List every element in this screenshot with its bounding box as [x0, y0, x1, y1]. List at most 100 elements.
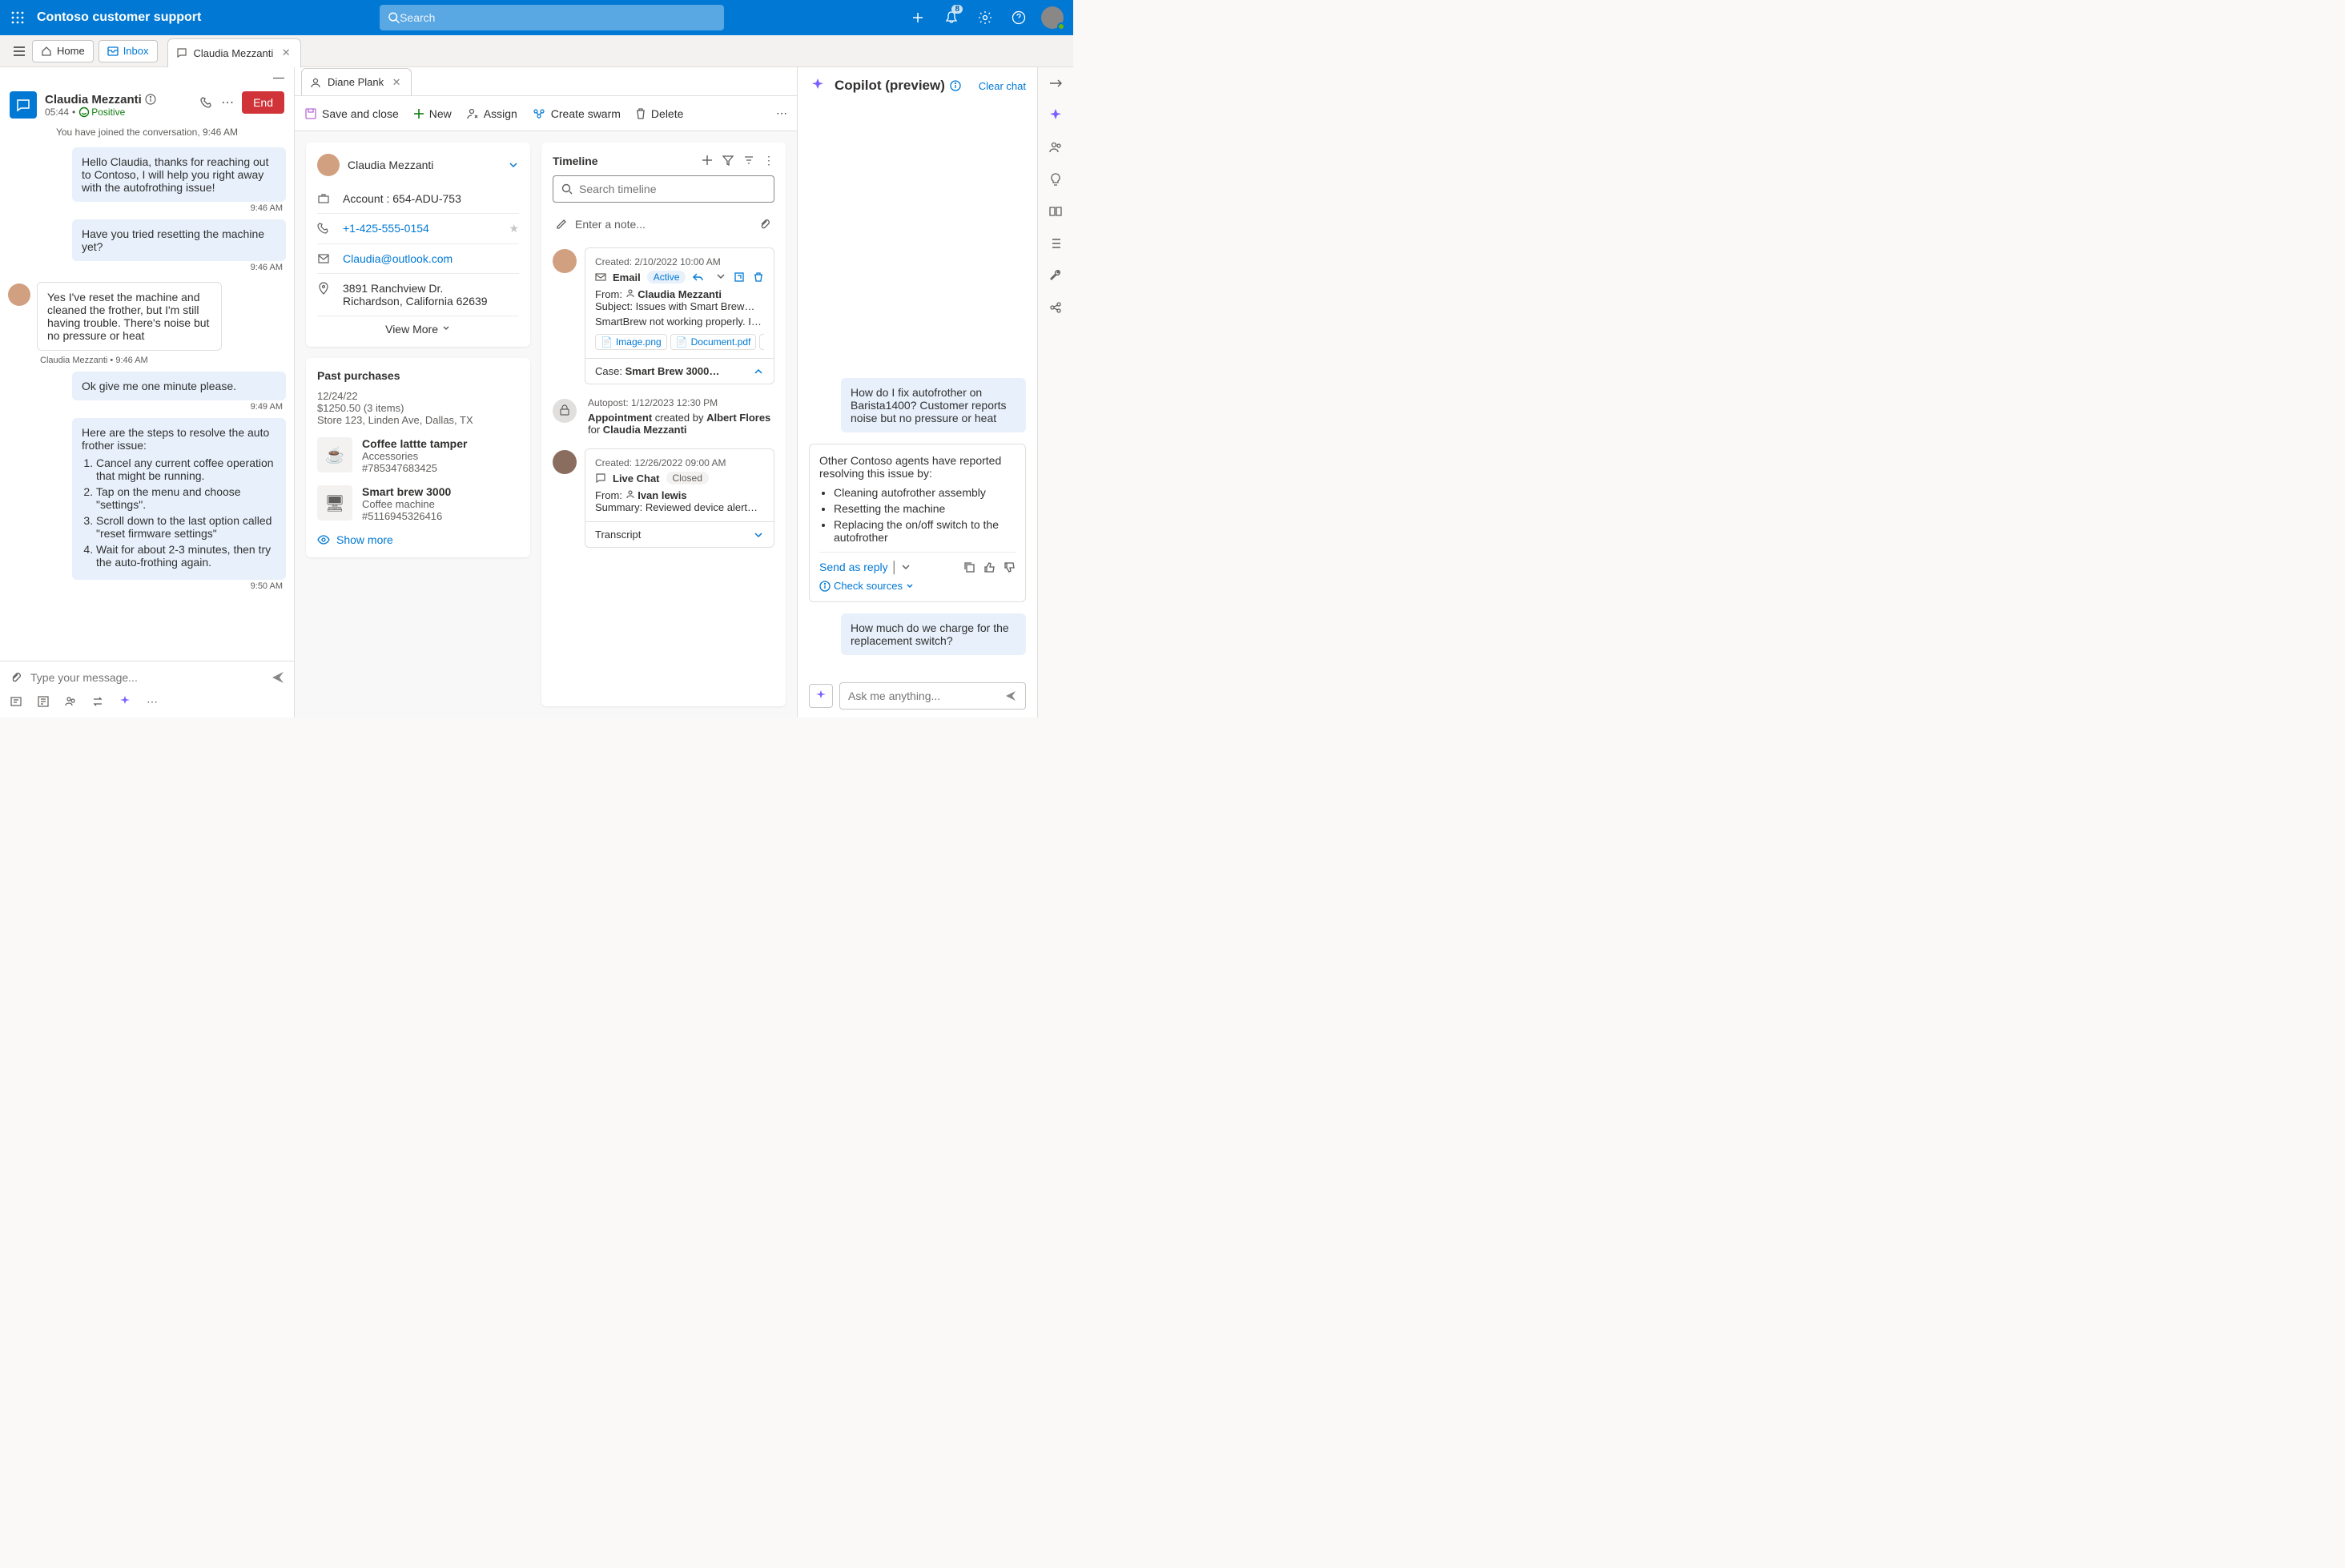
agent-message: Ok give me one minute please. [72, 372, 286, 400]
filter-icon[interactable] [722, 154, 734, 167]
note-icon[interactable] [35, 694, 51, 710]
profile-button[interactable] [1036, 0, 1068, 35]
agent-message: Hello Claudia, thanks for reaching out t… [72, 147, 286, 202]
info-icon[interactable] [145, 94, 156, 105]
app-launcher[interactable] [5, 5, 30, 30]
attachment[interactable]: 📄 Document.pdf [670, 334, 757, 350]
quick-reply-icon[interactable] [8, 694, 24, 710]
copilot-user-message: How much do we charge for the replacemen… [841, 613, 1026, 655]
lightbulb-rail-icon[interactable] [1038, 163, 1073, 195]
agent-message: Here are the steps to resolve the auto f… [72, 418, 286, 580]
message-meta: Claudia Mezzanti • 9:46 AM [40, 356, 286, 365]
home-icon [41, 46, 52, 57]
chat-icon [595, 472, 606, 484]
thumbs-down-icon[interactable] [1004, 561, 1016, 573]
contact-email[interactable]: Claudia@outlook.com [343, 252, 453, 265]
consult-icon[interactable] [62, 694, 78, 710]
copilot-spark-button[interactable] [809, 684, 833, 708]
show-more-link[interactable]: Show more [317, 533, 519, 546]
copilot-rail-icon[interactable] [1038, 99, 1073, 131]
copilot-input-wrap[interactable] [839, 682, 1026, 710]
end-button[interactable]: End [242, 91, 284, 114]
message-input[interactable] [30, 671, 263, 684]
open-icon[interactable] [734, 271, 745, 283]
attach-icon[interactable] [8, 669, 24, 685]
info-icon[interactable] [950, 80, 961, 91]
close-icon[interactable]: ✕ [390, 76, 403, 89]
save-close-cmd[interactable]: Save and close [304, 107, 399, 120]
copilot-spark-icon[interactable] [117, 694, 133, 710]
attach-icon[interactable] [758, 218, 771, 231]
minimize-icon[interactable]: — [273, 70, 284, 83]
more-icon[interactable]: ⋯ [221, 94, 234, 111]
contact-phone[interactable]: +1-425-555-0154 [343, 222, 429, 235]
chevron-down-icon[interactable] [716, 271, 726, 281]
attachment[interactable]: 📄 Image.png [595, 334, 667, 350]
case-row[interactable]: Case: Smart Brew 3000… [585, 358, 774, 384]
send-as-reply-link[interactable]: Send as reply │ [819, 561, 911, 573]
delete-icon[interactable] [753, 271, 764, 283]
swarm-cmd[interactable]: Create swarm [532, 107, 621, 120]
transcript-toggle[interactable]: Transcript [585, 521, 774, 547]
thumbs-up-icon[interactable] [983, 561, 996, 573]
timeline-search[interactable] [553, 175, 774, 203]
reply-icon[interactable] [692, 271, 703, 283]
star-icon[interactable]: ★ [509, 222, 519, 235]
agent-message: Have you tried resetting the machine yet… [72, 219, 286, 261]
timeline-autopost-item: Autopost: 1/12/2023 12:30 PM Appointment… [585, 397, 774, 436]
inbox-label: Inbox [123, 45, 149, 57]
transfer-icon[interactable] [90, 694, 106, 710]
clear-chat-link[interactable]: Clear chat [979, 80, 1026, 92]
check-sources-link[interactable]: Check sources [819, 580, 1016, 592]
contact-avatar [317, 154, 340, 176]
add-button[interactable] [902, 0, 934, 35]
new-cmd[interactable]: New [413, 107, 452, 120]
more-actions-icon[interactable]: ⋯ [144, 694, 160, 710]
expand-icon[interactable] [1038, 67, 1073, 99]
settings-button[interactable] [969, 0, 1001, 35]
copilot-response-card: Other Contoso agents have reported resol… [809, 444, 1026, 602]
copy-icon[interactable] [963, 561, 975, 573]
inbox-icon [107, 46, 119, 57]
chevron-up-icon[interactable] [753, 366, 764, 377]
record-tab[interactable]: Diane Plank ✕ [301, 68, 412, 95]
briefcase-icon [317, 192, 333, 205]
view-more-link[interactable]: View More [317, 316, 519, 336]
phone-icon[interactable] [200, 96, 213, 109]
global-search-input[interactable] [400, 11, 716, 24]
customer-message: Yes I've reset the machine and cleaned t… [37, 282, 222, 351]
help-button[interactable] [1003, 0, 1035, 35]
customer-avatar [8, 283, 30, 306]
more-icon[interactable]: ⋮ [763, 154, 774, 167]
global-search[interactable] [380, 5, 724, 30]
send-icon[interactable] [1004, 690, 1017, 702]
close-icon[interactable]: ✕ [280, 46, 292, 59]
attachment[interactable]: 📄 Imac [759, 334, 764, 350]
knowledge-rail-icon[interactable] [1038, 195, 1073, 227]
contact-name: Claudia Mezzanti [348, 159, 433, 171]
assign-cmd[interactable]: Assign [466, 107, 517, 120]
hamburger-menu[interactable] [6, 38, 32, 64]
home-pill[interactable]: Home [32, 40, 94, 62]
overflow-cmd[interactable]: ⋯ [776, 107, 787, 120]
chevron-down-icon[interactable] [508, 159, 519, 171]
purchase-item: 🖥 Smart brew 3000 Coffee machine #511694… [317, 485, 519, 522]
delete-cmd[interactable]: Delete [635, 107, 683, 120]
inbox-pill[interactable]: Inbox [99, 40, 158, 62]
timeline-search-input[interactable] [579, 183, 766, 195]
sort-icon[interactable] [742, 154, 755, 167]
session-tab[interactable]: Claudia Mezzanti ✕ [167, 38, 302, 67]
chevron-down-icon[interactable] [901, 562, 911, 572]
copilot-input[interactable] [848, 690, 1004, 702]
pencil-icon[interactable] [556, 219, 567, 230]
share-rail-icon[interactable] [1038, 291, 1073, 324]
note-input[interactable]: Enter a note... [575, 218, 646, 231]
message-time: 9:50 AM [8, 581, 286, 591]
wrench-rail-icon[interactable] [1038, 259, 1073, 291]
list-rail-icon[interactable] [1038, 227, 1073, 259]
teams-rail-icon[interactable] [1038, 131, 1073, 163]
account-number: 654-ADU-753 [392, 192, 461, 205]
add-icon[interactable] [701, 154, 714, 167]
notifications-button[interactable]: 8 [935, 0, 967, 35]
send-icon[interactable] [270, 669, 286, 685]
